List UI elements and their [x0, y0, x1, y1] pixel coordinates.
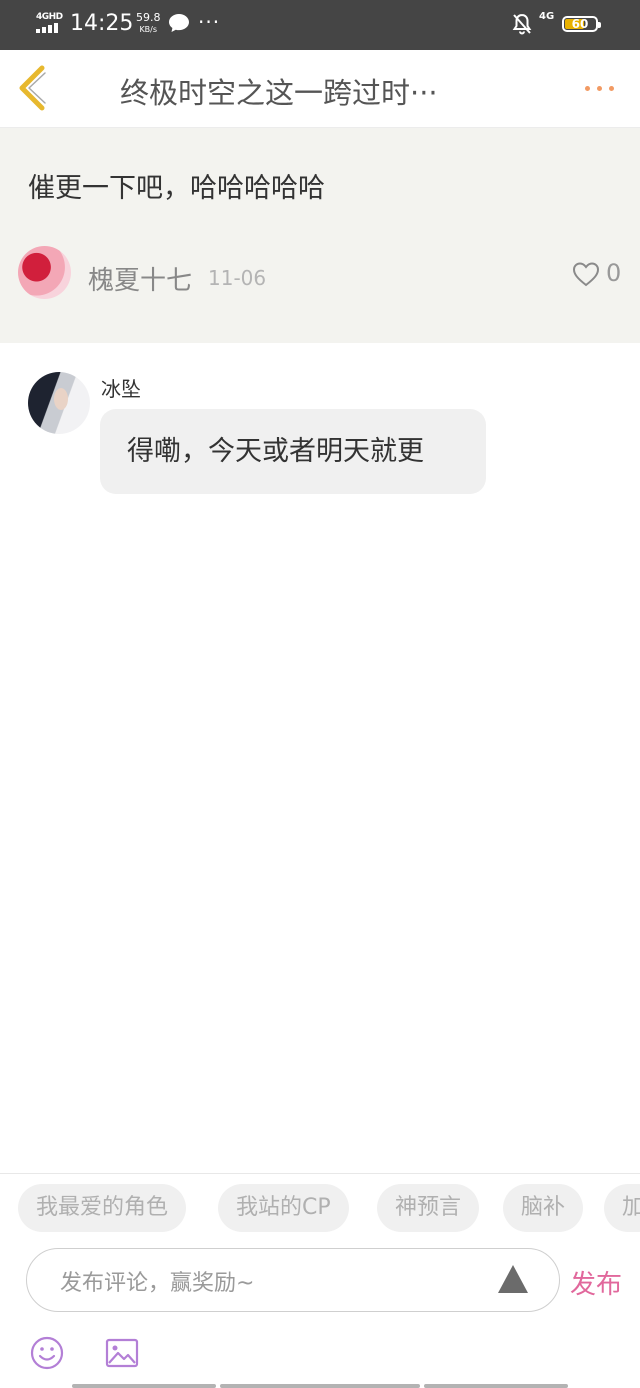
- triangle-icon[interactable]: [497, 1263, 529, 1295]
- back-button[interactable]: [14, 64, 54, 112]
- tag-chip[interactable]: 我最爱的角色: [18, 1184, 187, 1232]
- reply-bubble: 得嘞，今天或者明天就更: [100, 409, 486, 494]
- back-chevron-icon: [19, 65, 46, 111]
- avatar[interactable]: [18, 246, 71, 299]
- tag-chip[interactable]: 神预言: [377, 1184, 480, 1232]
- more-dots-icon: [585, 86, 590, 91]
- smiley-icon: [30, 1336, 64, 1370]
- clock: 14:25: [70, 11, 134, 36]
- quick-tags: 我最爱的角色 我站的CP 神预言 脑补 加: [18, 1184, 640, 1234]
- network-type-right: 4G: [539, 11, 555, 22]
- signal-icon: [36, 21, 62, 33]
- nav-gesture-bar: [72, 1384, 216, 1388]
- comment-placeholder: 发布评论，赢奖励~: [60, 1271, 255, 1296]
- message-icon: [169, 14, 189, 32]
- reply-author[interactable]: 冰坠: [101, 373, 141, 402]
- comment-text: 催更一下吧，哈哈哈哈哈: [28, 173, 325, 204]
- avatar[interactable]: [28, 372, 90, 434]
- speed-unit: KB/s: [139, 25, 158, 34]
- comment-input[interactable]: 发布评论，赢奖励~: [26, 1248, 560, 1312]
- tag-chip[interactable]: 脑补: [503, 1184, 584, 1232]
- status-bar: 4GHD 14:25 59.8 KB/s ··· 4G 60: [0, 0, 640, 50]
- image-icon: [105, 1338, 139, 1368]
- tag-chip[interactable]: 我站的CP: [218, 1184, 349, 1232]
- original-comment: 催更一下吧，哈哈哈哈哈 槐夏十七 11-06 0: [0, 128, 640, 343]
- heart-icon: [572, 262, 600, 287]
- more-dot: [609, 86, 614, 91]
- like-count: 0: [606, 259, 622, 287]
- nav-gesture-bar: [220, 1384, 420, 1388]
- battery-icon: 60: [562, 16, 601, 32]
- comment-author[interactable]: 槐夏十七: [88, 260, 192, 297]
- network-speed: 59.8 KB/s: [136, 12, 161, 36]
- status-more-indicator: ···: [198, 10, 221, 34]
- like-button[interactable]: 0: [572, 259, 626, 291]
- publish-button[interactable]: 发布: [570, 1264, 622, 1301]
- emoji-button[interactable]: [30, 1336, 64, 1370]
- page-title: 终极时空之这一跨过时···: [120, 76, 438, 110]
- more-dot: [597, 86, 602, 91]
- tag-chip[interactable]: 加: [604, 1184, 640, 1232]
- bell-muted-icon: [512, 13, 532, 35]
- nav-gesture-bar: [424, 1384, 568, 1388]
- comment-composer: 我最爱的角色 我站的CP 神预言 脑补 加 发布评论，赢奖励~ 发布: [0, 1173, 640, 1388]
- header: 终极时空之这一跨过时···: [0, 50, 640, 128]
- battery-percent: 60: [571, 17, 589, 31]
- comment-date: 11-06: [208, 266, 267, 290]
- more-button[interactable]: [580, 74, 620, 104]
- image-button[interactable]: [105, 1338, 139, 1368]
- speed-value: 59.8: [136, 11, 161, 24]
